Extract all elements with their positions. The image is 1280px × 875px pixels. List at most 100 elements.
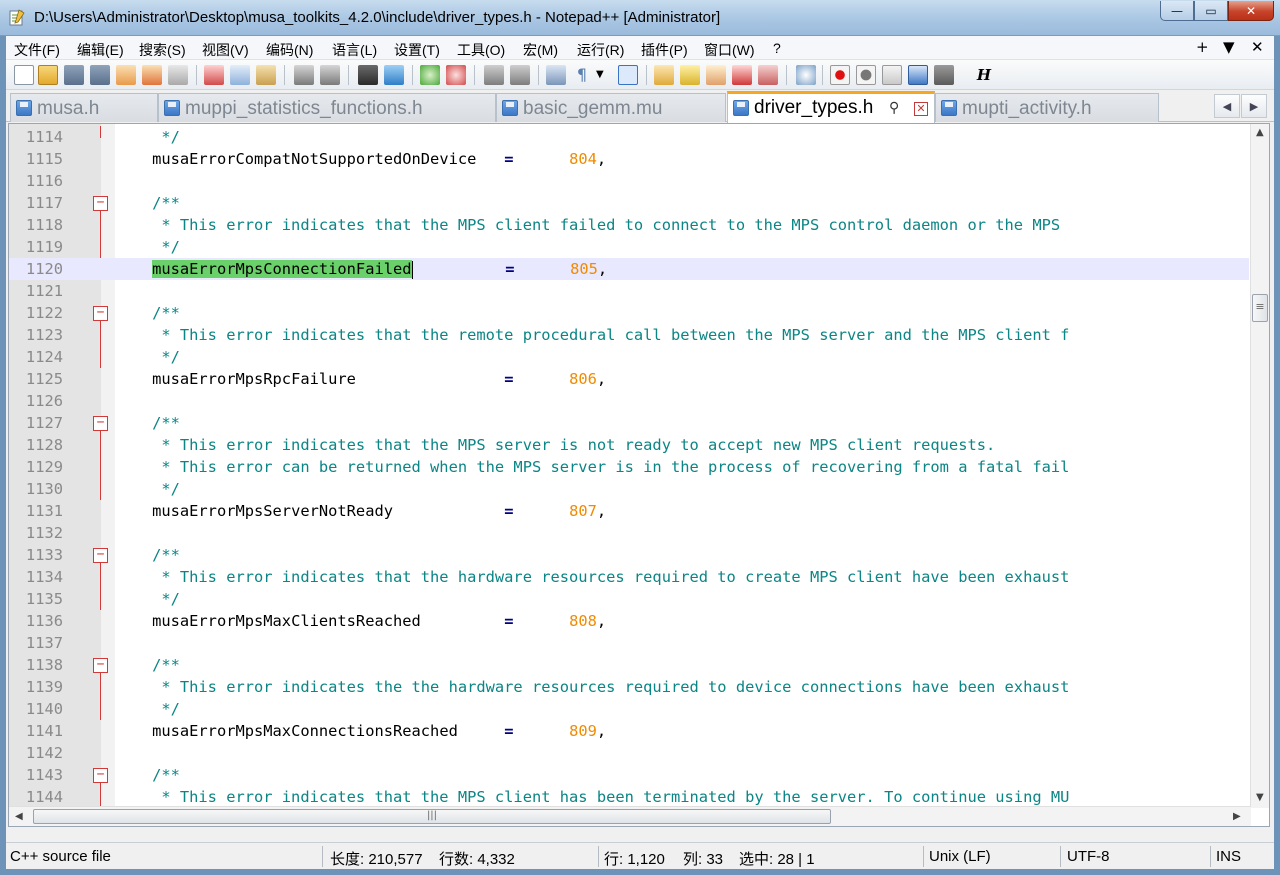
code-line[interactable]: 1128 * This error indicates that the MPS… [9, 434, 1249, 456]
code-line[interactable]: 1129 * This error can be returned when t… [9, 456, 1249, 478]
close-window-button[interactable]: ✕ [1228, 1, 1274, 21]
indent-guide-icon[interactable] [618, 65, 638, 85]
pin-icon[interactable]: ⚲ [889, 100, 899, 116]
code-line[interactable]: 1127 /** − [9, 412, 1249, 500]
tab-scroll-left-icon[interactable]: ◀ [1214, 94, 1240, 118]
maximize-button[interactable]: ▭ [1194, 1, 1228, 21]
fold-collapse-icon[interactable]: − [93, 416, 108, 431]
play-macro-icon[interactable] [882, 65, 902, 85]
copy-icon[interactable] [230, 65, 250, 85]
folder-workspace-icon[interactable] [732, 65, 752, 85]
code-line[interactable]: 1140 */ [9, 698, 1249, 720]
save-icon[interactable] [64, 65, 84, 85]
show-chars-dropdown-icon[interactable]: ▼ [596, 65, 608, 85]
menu-settings[interactable]: 设置(T) [394, 40, 440, 60]
menu-macro[interactable]: 宏(M) [523, 40, 558, 60]
code-line[interactable]: 1132 [9, 522, 1249, 544]
code-line[interactable]: 1114 */ [9, 126, 1249, 148]
code-line[interactable]: 1116 [9, 170, 1249, 192]
tab-driver-types-h[interactable]: driver_types.h ⚲ ✕ [727, 91, 935, 123]
new-file-icon[interactable] [14, 65, 34, 85]
zoom-out-icon[interactable] [446, 65, 466, 85]
monitoring-icon[interactable] [796, 65, 816, 85]
fold-collapse-icon[interactable]: − [93, 658, 108, 673]
menu-plugins[interactable]: 插件(P) [641, 40, 688, 60]
code-editor[interactable]: 1114 */1115 musaErrorCompatNotSupportedO… [8, 123, 1270, 827]
close-document-icon[interactable]: ✕ [1251, 38, 1264, 56]
close-all-icon[interactable] [142, 65, 162, 85]
hex-icon[interactable]: H [974, 65, 994, 85]
status-insert-mode[interactable]: INS [1216, 848, 1241, 865]
scroll-right-arrow-icon[interactable]: ▶ [1233, 811, 1241, 822]
status-eol-format[interactable]: Unix (LF) [929, 848, 991, 865]
tab-basic-gemm-mu[interactable]: basic_gemm.mu [496, 93, 726, 122]
status-encoding[interactable]: UTF-8 [1067, 848, 1110, 865]
replace-icon[interactable] [384, 65, 404, 85]
doc-map-icon[interactable] [680, 65, 700, 85]
undo-icon[interactable] [294, 65, 314, 85]
close-icon[interactable] [116, 65, 136, 85]
code-line[interactable]: 1144 * This error indicates that the MPS… [9, 786, 1249, 808]
code-line[interactable]: 1124 */ [9, 346, 1249, 368]
tab-scroll-right-icon[interactable]: ▶ [1241, 94, 1267, 118]
menu-language[interactable]: 语言(L) [332, 40, 377, 60]
code-line[interactable]: 1141 musaErrorMpsMaxConnectionsReached =… [9, 720, 1249, 742]
menu-view[interactable]: 视图(V) [202, 40, 249, 60]
sync-vertical-icon[interactable] [484, 65, 504, 85]
vertical-scrollbar[interactable]: ▲ ≡ ▼ [1250, 124, 1269, 808]
redo-icon[interactable] [320, 65, 340, 85]
fold-collapse-icon[interactable]: − [93, 196, 108, 211]
fold-collapse-icon[interactable]: − [93, 768, 108, 783]
code-line[interactable]: 1122 /** − [9, 302, 1249, 368]
menu-encoding[interactable]: 编码(N) [266, 40, 313, 60]
run-macro-multiple-icon[interactable] [908, 65, 928, 85]
tab-musa-h[interactable]: musa.h [10, 93, 158, 122]
code-line[interactable]: 1119 */ [9, 236, 1249, 258]
menu-file[interactable]: 文件(F) [14, 40, 60, 60]
menu-help[interactable]: ? [773, 40, 781, 56]
horizontal-scrollbar[interactable]: ◀ ||| ▶ [9, 806, 1251, 826]
code-line[interactable]: 1135 */ [9, 588, 1249, 610]
code-line[interactable]: 1131 musaErrorMpsServerNotReady = 807, [9, 500, 1249, 522]
word-wrap-icon[interactable] [546, 65, 566, 85]
save-all-icon[interactable] [90, 65, 110, 85]
code-line[interactable]: 1120 musaErrorMpsConnectionFailed = 805, [9, 258, 1249, 280]
print-icon[interactable] [168, 65, 188, 85]
code-line[interactable]: 1138 /** − [9, 654, 1249, 720]
cut-icon[interactable] [204, 65, 224, 85]
zoom-in-icon[interactable] [420, 65, 440, 85]
code-line[interactable]: 1117 /** − [9, 192, 1249, 258]
function-list-icon[interactable] [706, 65, 726, 85]
new-tab-plus-icon[interactable]: + [1196, 38, 1209, 56]
scroll-down-arrow-icon[interactable]: ▼ [1256, 792, 1264, 803]
code-line[interactable]: 1137 [9, 632, 1249, 654]
code-line[interactable]: 1118 * This error indicates that the MPS… [9, 214, 1249, 236]
code-line[interactable]: 1133 /** − [9, 544, 1249, 610]
code-line[interactable]: 1139 * This error indicates the the hard… [9, 676, 1249, 698]
project-panel-icon[interactable] [758, 65, 778, 85]
scroll-left-arrow-icon[interactable]: ◀ [15, 811, 23, 822]
code-line[interactable]: 1125 musaErrorMpsRpcFailure = 806, [9, 368, 1249, 390]
code-line[interactable]: 1123 * This error indicates that the rem… [9, 324, 1249, 346]
menu-edit[interactable]: 编辑(E) [77, 40, 124, 60]
open-file-icon[interactable] [38, 65, 58, 85]
menu-window[interactable]: 窗口(W) [704, 40, 755, 60]
paste-icon[interactable] [256, 65, 276, 85]
scroll-up-arrow-icon[interactable]: ▲ [1256, 127, 1264, 138]
stop-record-icon[interactable] [856, 65, 876, 85]
show-all-chars-icon[interactable]: ¶ [572, 65, 592, 85]
find-icon[interactable] [358, 65, 378, 85]
tab-list-dropdown-icon[interactable]: ▼ [1223, 38, 1235, 56]
tab-muppi-statistics-functions-h[interactable]: muppi_statistics_functions.h [158, 93, 496, 122]
sync-horizontal-icon[interactable] [510, 65, 530, 85]
code-line[interactable]: 1134 * This error indicates that the har… [9, 566, 1249, 588]
record-macro-icon[interactable] [830, 65, 850, 85]
save-macro-icon[interactable] [934, 65, 954, 85]
code-line[interactable]: 1115 musaErrorCompatNotSupportedOnDevice… [9, 148, 1249, 170]
code-line[interactable]: 1143 /** − [9, 764, 1249, 826]
menu-run[interactable]: 运行(R) [577, 40, 624, 60]
code-line[interactable]: 1130 */ [9, 478, 1249, 500]
code-line[interactable]: 1142 [9, 742, 1249, 764]
menu-tools[interactable]: 工具(O) [457, 40, 505, 60]
tab-close-icon[interactable]: ✕ [914, 102, 928, 116]
